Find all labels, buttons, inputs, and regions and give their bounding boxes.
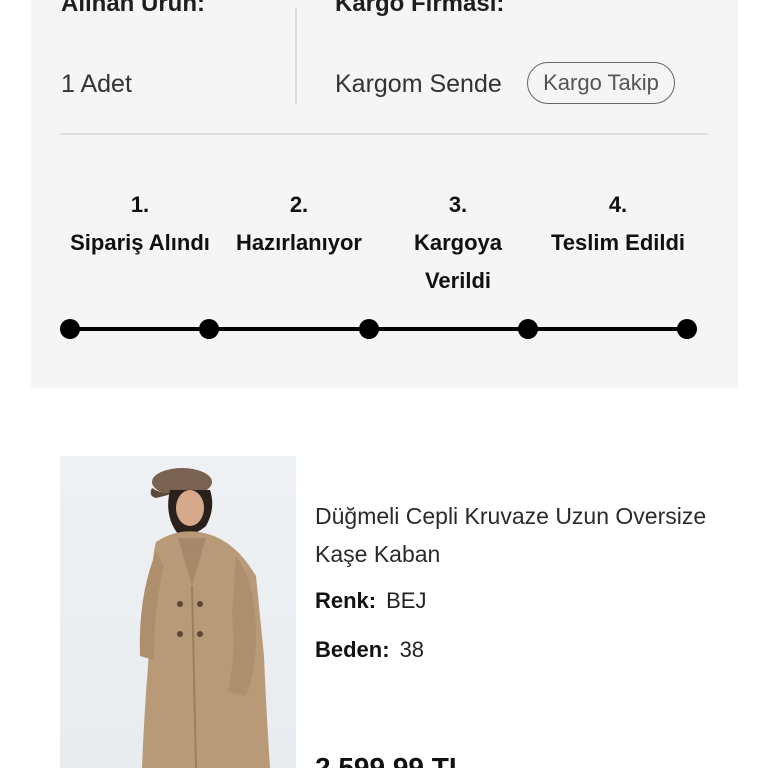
timeline-dot (199, 319, 219, 339)
product-color: Renk: BEJ (315, 588, 426, 614)
timeline-dot (60, 319, 80, 339)
step-delivered: 4. Teslim Edildi (543, 186, 693, 262)
step-label: Hazırlanıyor (236, 230, 362, 255)
step-label: Kargoya Verildi (413, 230, 503, 293)
step-number: 2. (289, 192, 309, 217)
section-divider (60, 133, 708, 135)
color-label: Renk: (315, 588, 377, 613)
timeline-dot (518, 319, 538, 339)
step-preparing: 2. Hazırlanıyor (224, 186, 374, 262)
product-title[interactable]: Düğmeli Cepli Kruvaze Uzun Oversize Kaşe… (315, 497, 715, 573)
info-divider (295, 8, 297, 104)
cargo-company-label: Kargo Firması: (335, 0, 505, 17)
product-size: Beden: 38 (315, 637, 424, 663)
product-count-label: Alınan Ürün: (61, 0, 205, 17)
timeline-line (70, 327, 688, 331)
size-label: Beden: (315, 637, 390, 662)
step-number: 4. (608, 192, 628, 217)
product-price: 2.599,99 TL (315, 752, 466, 768)
timeline-dot (359, 319, 379, 339)
step-order-received: 1. Sipariş Alındı (65, 186, 215, 262)
step-number: 3. (448, 192, 468, 217)
cargo-company-value: Kargom Sende (335, 70, 502, 98)
step-label: Teslim Edildi (550, 230, 686, 255)
size-value: 38 (399, 637, 425, 662)
step-number: 1. (130, 192, 150, 217)
color-value: BEJ (386, 588, 427, 613)
coat-model-illustration (139, 468, 270, 768)
product-count-value: 1 Adet (61, 70, 132, 98)
product-image[interactable] (60, 456, 296, 768)
step-label: Sipariş Alındı (70, 230, 210, 255)
step-shipped: 3. Kargoya Verildi (383, 186, 533, 300)
timeline-dot (677, 319, 697, 339)
cargo-track-button[interactable]: Kargo Takip (527, 62, 675, 104)
